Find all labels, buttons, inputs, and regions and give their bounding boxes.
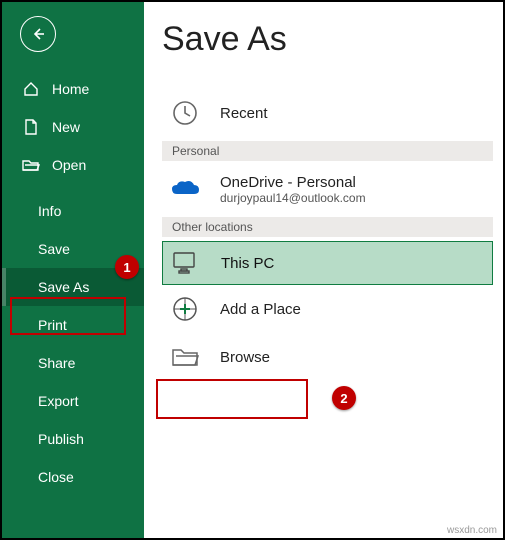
nav-info[interactable]: Info [2,192,144,230]
browse-folder-icon [171,346,199,368]
nav-share[interactable]: Share [2,344,144,382]
nav-print[interactable]: Print [2,306,144,344]
section-other: Other locations [162,217,493,237]
nav-home[interactable]: Home [2,70,144,108]
this-pc-icon [171,251,201,275]
nav-open[interactable]: Open [2,146,144,184]
saveas-panel: Save As Recent Personal OneDrive - Perso… [144,2,503,538]
nav-save-as[interactable]: Save As [2,268,144,306]
back-button[interactable] [20,16,56,52]
location-this-pc[interactable]: This PC [162,241,493,285]
onedrive-icon [170,179,200,199]
add-place-label: Add a Place [220,301,301,318]
nav-close[interactable]: Close [2,458,144,496]
page-title: Save As [162,20,493,59]
watermark: wsxdn.com [447,525,497,536]
recent-label: Recent [220,105,268,122]
onedrive-title: OneDrive - Personal [220,174,366,191]
add-place-icon [171,295,199,323]
nav-new[interactable]: New [2,108,144,146]
location-browse[interactable]: Browse [162,333,493,381]
arrow-left-icon [30,26,46,42]
annotation-highlight-browse [156,379,308,419]
home-icon [23,81,39,97]
nav-publish[interactable]: Publish [2,420,144,458]
location-recent[interactable]: Recent [162,89,493,137]
clock-icon [171,99,199,127]
this-pc-label: This PC [221,255,274,272]
nav-save[interactable]: Save [2,230,144,268]
new-doc-icon [24,119,38,135]
section-personal: Personal [162,141,493,161]
nav-export[interactable]: Export [2,382,144,420]
file-sidebar: Home New Open Info Save Save As Print Sh… [2,2,144,538]
nav-new-label: New [52,119,80,135]
location-add-place[interactable]: Add a Place [162,285,493,333]
folder-open-icon [22,158,40,172]
file-backstage: Home New Open Info Save Save As Print Sh… [0,0,505,540]
onedrive-subtitle: durjoypaul14@outlook.com [220,191,366,205]
location-onedrive[interactable]: OneDrive - Personal durjoypaul14@outlook… [162,165,493,213]
nav-open-label: Open [52,157,86,173]
browse-label: Browse [220,349,270,366]
nav-home-label: Home [52,81,89,97]
